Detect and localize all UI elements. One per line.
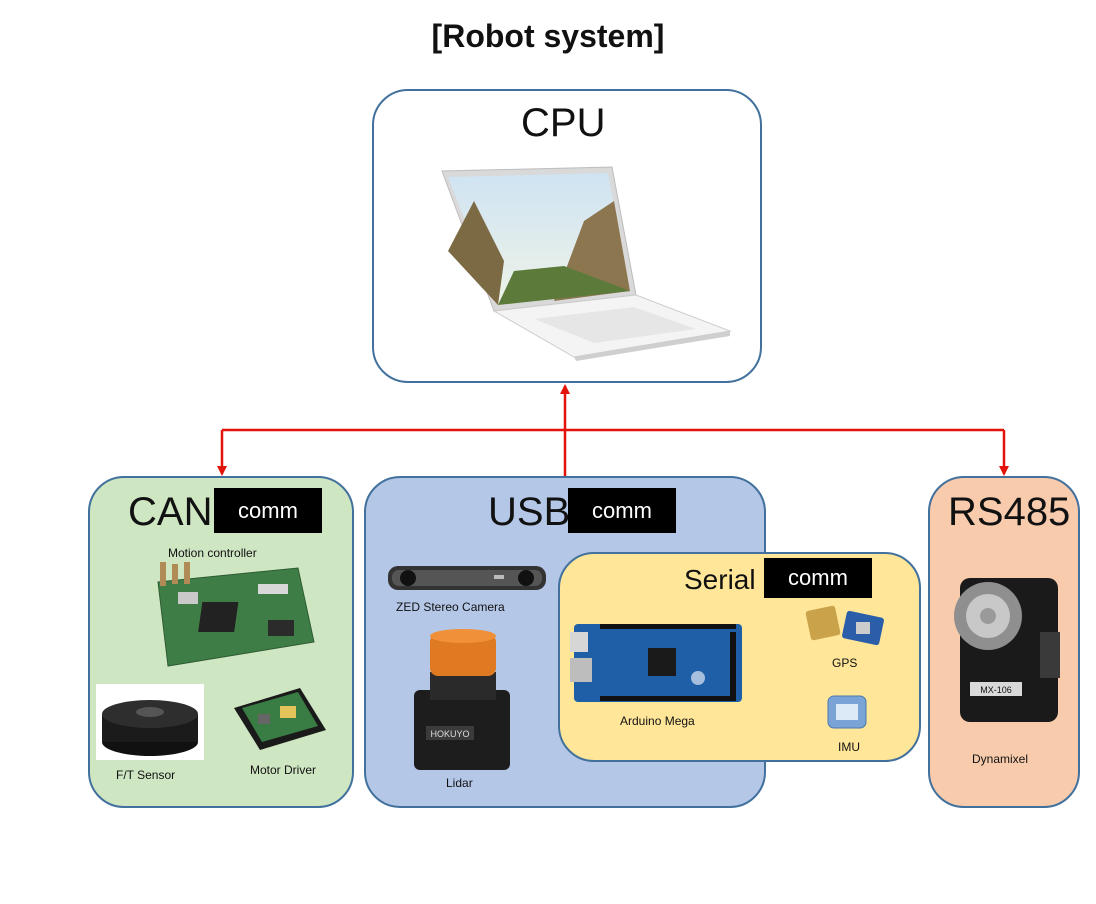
motor-driver-image: [234, 688, 326, 750]
lidar-caption: Lidar: [446, 776, 473, 790]
dynamixel-caption: Dynamixel: [972, 752, 1029, 766]
can-label: CAN: [128, 490, 213, 534]
dynamixel-image: MX-106: [954, 578, 1060, 722]
gps-caption: GPS: [832, 656, 858, 670]
lidar-image: HOKUYO: [414, 629, 510, 770]
usb-label: USB: [488, 490, 571, 534]
cpu-label: CPU: [521, 101, 606, 145]
lidar-brand-text: HOKUYO: [430, 729, 469, 739]
laptop-image: [441, 166, 732, 361]
ft-sensor-image: [96, 684, 204, 760]
usb-comm-tag: comm: [568, 488, 676, 533]
arduino-mega-caption: Arduino Mega: [620, 714, 695, 728]
motion-controller-caption: Motion controller: [168, 546, 257, 560]
rs485-label: RS485: [948, 490, 1071, 534]
ft-sensor-caption: F/T Sensor: [116, 768, 176, 782]
can-box: CAN comm Motion controller F/T Sensor Mo…: [88, 476, 354, 808]
rs485-box: RS485 MX-106 Dynamixel: [928, 476, 1080, 808]
motor-driver-caption: Motor Driver: [250, 763, 317, 777]
motion-controller-image: [157, 562, 315, 667]
zed-camera-caption: ZED Stereo Camera: [396, 600, 505, 614]
gps-image: [805, 605, 884, 646]
imu-image: [827, 695, 867, 729]
imu-caption: IMU: [838, 740, 860, 754]
serial-comm-tag: comm: [764, 558, 872, 598]
cpu-box: CPU: [372, 89, 762, 383]
servo-model-text: MX-106: [980, 685, 1012, 695]
zed-camera-image: [388, 566, 546, 590]
arduino-mega-image: [570, 624, 742, 702]
can-comm-tag: comm: [214, 488, 322, 533]
serial-box: Serial comm Arduino Mega GPS IMU: [558, 552, 921, 762]
serial-label: Serial: [684, 564, 756, 595]
